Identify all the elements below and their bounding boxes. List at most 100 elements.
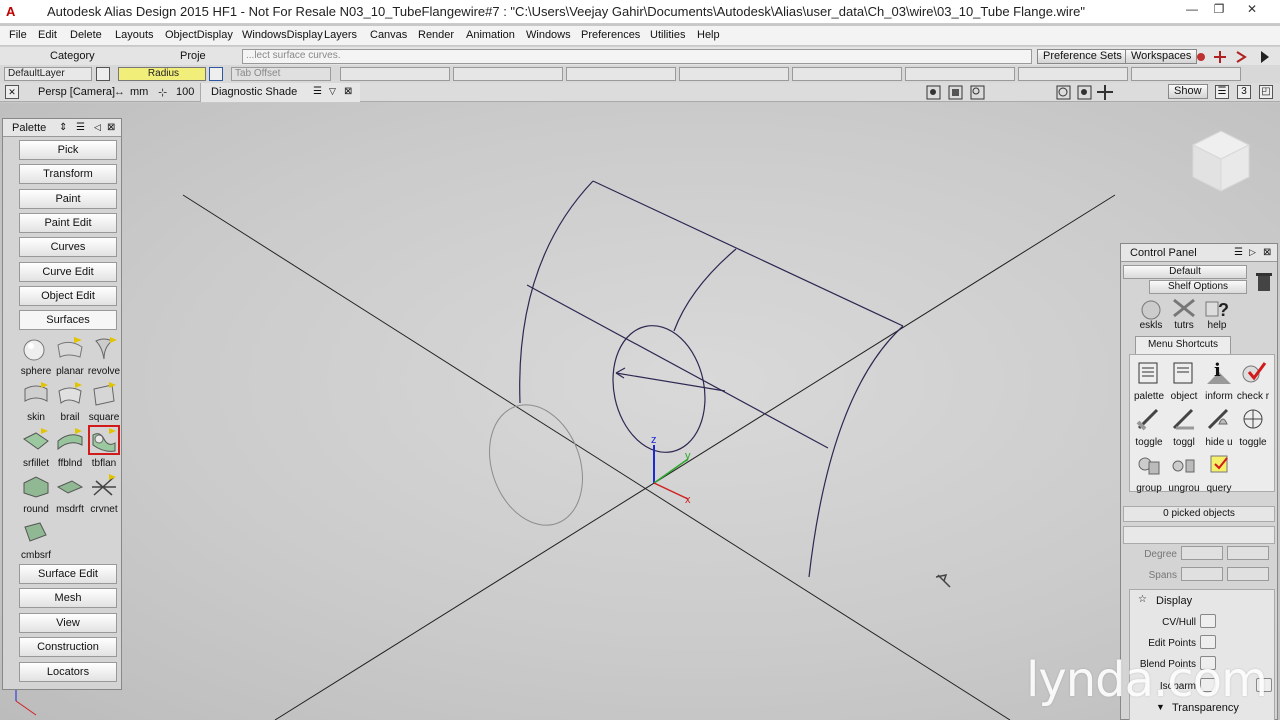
minimize-button[interactable]: — — [1180, 2, 1204, 20]
workspace-tools-icon[interactable] — [1193, 49, 1278, 65]
menu-help[interactable]: Help — [697, 29, 720, 41]
tool-msdrft[interactable]: msdrft — [53, 473, 87, 517]
menu-shortcuts-tab[interactable]: Menu Shortcuts — [1135, 336, 1231, 354]
option-slot-3[interactable] — [566, 67, 676, 81]
option-slot-8[interactable] — [1131, 67, 1241, 81]
menu-layouts[interactable]: Layouts — [115, 29, 154, 41]
menu-utilities[interactable]: Utilities — [650, 29, 685, 41]
panel-menu-icon[interactable]: ☰ — [1234, 247, 1243, 258]
option-slot-2[interactable] — [453, 67, 563, 81]
radius-lock-checkbox[interactable] — [209, 67, 223, 81]
layer-field[interactable]: DefaultLayer — [4, 67, 92, 81]
tool-cmbsrf[interactable]: cmbsrf — [19, 519, 53, 563]
edit-points-checkbox[interactable] — [1200, 635, 1216, 649]
tool-revolve[interactable]: revolve — [87, 335, 121, 379]
palette-paint-button[interactable]: Paint — [19, 189, 117, 209]
palette-surface-edit-button[interactable]: Surface Edit — [19, 564, 117, 584]
option-slot-1[interactable] — [340, 67, 450, 81]
shortcut-query[interactable]: query — [1201, 452, 1237, 496]
workspaces-button[interactable]: Workspaces — [1125, 49, 1198, 64]
shelf-help[interactable]: ? help — [1199, 296, 1235, 340]
cvhull-checkbox[interactable] — [1200, 614, 1216, 628]
palette-curve-edit-button[interactable]: Curve Edit — [19, 262, 117, 282]
maximize-viewport-icon[interactable]: ◰ — [1259, 85, 1273, 99]
palette-locators-button[interactable]: Locators — [19, 662, 117, 682]
palette-surfaces-tab[interactable]: Surfaces — [19, 310, 117, 330]
tool-skin[interactable]: skin — [19, 381, 53, 425]
menu-layers[interactable]: Layers — [324, 29, 357, 41]
window-number-badge[interactable]: 3 — [1237, 85, 1251, 99]
menu-delete[interactable]: Delete — [70, 29, 102, 41]
grid-value[interactable]: 100 — [176, 86, 194, 98]
degree-field-u[interactable] — [1181, 546, 1223, 560]
option-slot-4[interactable] — [679, 67, 789, 81]
menu-preferences[interactable]: Preferences — [581, 29, 640, 41]
camera-label[interactable]: Persp [Camera] — [38, 86, 115, 98]
spans-field-u[interactable] — [1181, 567, 1223, 581]
menu-objectdisplay[interactable]: ObjectDisplay — [165, 29, 233, 41]
tool-tbflan[interactable]: tbflan — [87, 425, 121, 471]
tool-sphere[interactable]: sphere — [19, 335, 53, 379]
tool-srfillet[interactable]: srfillet — [19, 427, 53, 471]
perspective-viewport[interactable]: z y x — [0, 103, 1280, 720]
scene-canvas[interactable]: z y x — [0, 103, 1280, 720]
viewport-close-icon[interactable]: ✕ — [5, 85, 19, 99]
shelf-tutrs[interactable]: tutrs — [1166, 296, 1202, 340]
shelf-eskls[interactable]: eskls — [1133, 296, 1169, 340]
spans-field-v[interactable] — [1227, 567, 1269, 581]
tool-square[interactable]: square — [87, 381, 121, 425]
tool-ffblnd[interactable]: ffblnd — [53, 427, 87, 471]
tool-brail[interactable]: brail — [53, 381, 87, 425]
menu-windowsdisplay[interactable]: WindowsDisplay — [242, 29, 323, 41]
palette-left-icon[interactable]: ◁ — [94, 122, 101, 133]
option-slot-7[interactable] — [1018, 67, 1128, 81]
palette-mesh-button[interactable]: Mesh — [19, 588, 117, 608]
camera-tools-icon[interactable] — [925, 84, 990, 101]
tool-planar[interactable]: planar — [53, 335, 87, 379]
picked-objects-status[interactable]: 0 picked objects — [1123, 506, 1275, 522]
show-button[interactable]: Show — [1168, 84, 1208, 99]
window-menu-icon[interactable]: ☰ — [1215, 85, 1229, 99]
shortcut-toggle-3[interactable]: toggle — [1235, 406, 1271, 450]
panel-close-icon[interactable]: ⊠ — [1263, 247, 1271, 258]
restore-button[interactable]: ❐ — [1207, 2, 1231, 20]
trash-icon[interactable] — [1253, 270, 1275, 294]
shade-mode-selector[interactable]: Diagnostic Shade ☰ ▽ ⊠ — [200, 83, 360, 102]
category-button[interactable]: Category — [50, 50, 95, 62]
close-window-button[interactable]: ✕ — [1240, 2, 1264, 20]
option-slot-5[interactable] — [792, 67, 902, 81]
menu-animation[interactable]: Animation — [466, 29, 515, 41]
palette-object-edit-button[interactable]: Object Edit — [19, 286, 117, 306]
tool-crvnet[interactable]: crvnet — [87, 473, 121, 517]
shelf-options-dropdown[interactable]: Shelf Options — [1149, 280, 1247, 294]
palette-collapse-icon[interactable]: ⇕ — [59, 122, 67, 133]
tab-offset-field[interactable]: Tab Offset — [231, 67, 331, 81]
menu-file[interactable]: File — [9, 29, 27, 41]
menu-canvas[interactable]: Canvas — [370, 29, 407, 41]
project-button[interactable]: Proje — [180, 50, 206, 62]
view-cube-icon[interactable] — [1191, 130, 1251, 192]
palette-close-icon[interactable]: ⊠ — [107, 122, 115, 133]
shortcut-check[interactable]: check r — [1235, 360, 1271, 404]
palette-curves-button[interactable]: Curves — [19, 237, 117, 257]
chevron-down-icon[interactable]: ▽ — [329, 86, 336, 97]
display-section-title[interactable]: Display — [1156, 595, 1192, 607]
palette-construction-button[interactable]: Construction — [19, 637, 117, 657]
menu-windows[interactable]: Windows — [526, 29, 571, 41]
preset-dropdown[interactable]: Default — [1123, 265, 1247, 279]
view-tools-icon[interactable] — [1055, 84, 1120, 101]
palette-view-button[interactable]: View — [19, 613, 117, 633]
palette-paint-edit-button[interactable]: Paint Edit — [19, 213, 117, 233]
panel-expand-icon[interactable]: ▷ — [1249, 247, 1256, 258]
menu-edit[interactable]: Edit — [38, 29, 57, 41]
tool-round[interactable]: round — [19, 473, 53, 517]
shade-menu-icon[interactable]: ☰ — [313, 86, 322, 97]
palette-menu-icon[interactable]: ☰ — [76, 122, 85, 133]
units-label[interactable]: mm — [130, 86, 148, 98]
degree-field-v[interactable] — [1227, 546, 1269, 560]
radius-field[interactable]: Radius — [118, 67, 206, 81]
layer-visibility-checkbox[interactable] — [96, 67, 110, 81]
palette-pick-button[interactable]: Pick — [19, 140, 117, 160]
option-slot-6[interactable] — [905, 67, 1015, 81]
shade-close-icon[interactable]: ⊠ — [344, 86, 352, 97]
